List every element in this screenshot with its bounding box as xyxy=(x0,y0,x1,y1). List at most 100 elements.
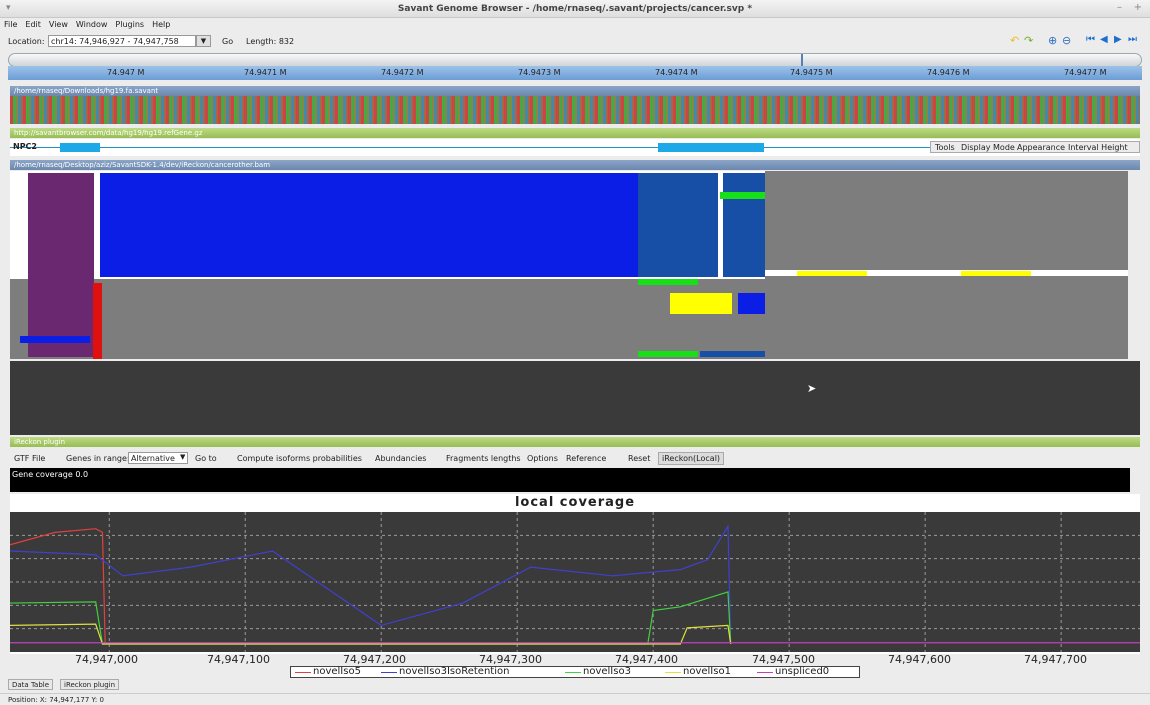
gene-exon xyxy=(60,143,100,152)
tab-ireckon-plugin[interactable]: iReckon plugin xyxy=(60,679,120,690)
zoom-out-icon[interactable]: ⊖ xyxy=(1062,34,1071,47)
redo-icon[interactable]: ↷ xyxy=(1024,34,1033,47)
menu-help[interactable]: Help xyxy=(148,18,174,31)
go-to-menu[interactable]: Go to xyxy=(195,454,217,463)
go-end-icon[interactable]: ⏭ xyxy=(1128,34,1137,45)
zoom-in-icon[interactable]: ⊕ xyxy=(1048,34,1057,47)
read-block xyxy=(20,336,90,343)
ruler-tick: 74.9471 M xyxy=(244,68,287,77)
window-titlebar: ▾ Savant Genome Browser - /home/rnaseq/.… xyxy=(0,0,1150,18)
ruler-tick: 74.947 M xyxy=(107,68,145,77)
read-block xyxy=(723,173,765,277)
tab-data-table[interactable]: Data Table xyxy=(8,679,54,690)
read-block xyxy=(250,173,335,277)
ruler-tick: 74.9474 M xyxy=(655,68,698,77)
range-slider-thumb[interactable] xyxy=(801,54,803,66)
mouse-cursor-icon: ➤ xyxy=(807,382,817,395)
read-mismatch xyxy=(638,279,698,285)
ruler-tick: 74.9473 M xyxy=(518,68,561,77)
appearance-menu[interactable]: Appearance xyxy=(1017,143,1065,152)
pan-right-icon[interactable]: ▶ xyxy=(1114,34,1122,45)
read-mismatch xyxy=(720,192,765,199)
read-block xyxy=(100,173,180,277)
read-mismatch xyxy=(638,351,698,357)
gene-coverage-output: Gene coverage 0.0 xyxy=(10,468,1130,492)
legend-label: novelIso5 xyxy=(313,666,361,677)
menu-view[interactable]: View xyxy=(45,18,72,31)
x-tick-label: 74,947,300 xyxy=(479,653,542,666)
menu-bar: File Edit View Window Plugins Help xyxy=(0,18,1150,33)
read-yellow xyxy=(797,271,867,276)
sequence-track xyxy=(10,96,1140,124)
read-mismatch xyxy=(93,283,102,359)
gtf-file-menu[interactable]: GTF File xyxy=(14,454,45,463)
alignment-scrollbar[interactable] xyxy=(1128,171,1140,359)
legend-swatch xyxy=(757,672,773,673)
go-button[interactable]: Go xyxy=(222,37,233,46)
x-tick-label: 74,947,400 xyxy=(615,653,678,666)
tools-menu[interactable]: Tools xyxy=(935,143,955,152)
interval-height-menu[interactable]: Interval Height xyxy=(1068,143,1128,152)
status-bar: Position: X: 74,947,177 Y: 0 xyxy=(0,693,1150,705)
chart-legend: novelIso5 novelIso3IsoRetention novelIso… xyxy=(290,666,860,678)
range-slider[interactable] xyxy=(8,53,1142,67)
gene-exon xyxy=(658,143,764,152)
location-label: Location: xyxy=(8,37,45,46)
options-menu[interactable]: Options xyxy=(527,454,558,463)
refgene-track-title: http://savantbrowser.com/data/hg19/hg19.… xyxy=(14,129,203,137)
genes-in-range-select[interactable]: Alternative xyxy=(128,452,188,464)
read-stack-left xyxy=(28,173,94,357)
status-text: Position: X: 74,947,177 Y: 0 xyxy=(8,696,104,704)
reference-menu[interactable]: Reference xyxy=(566,454,606,463)
ireckon-local-button[interactable]: iReckon(Local) xyxy=(658,452,725,465)
chart-title: local coverage xyxy=(514,495,636,510)
legend-swatch xyxy=(565,672,581,673)
gene-coverage-text: Gene coverage 0.0 xyxy=(12,470,89,479)
legend-label: unspliced0 xyxy=(775,666,830,677)
read-block xyxy=(700,351,765,357)
read-block xyxy=(638,173,718,277)
menu-plugins[interactable]: Plugins xyxy=(111,18,148,31)
bam-track-header: /home/rnaseq/Desktop/aziz/SavantSDK-1.4/… xyxy=(10,160,1140,170)
ruler-tick: 74.9477 M xyxy=(1064,68,1107,77)
go-start-icon[interactable]: ⏮ xyxy=(1086,34,1095,45)
plugin-menu: GTF File Genes in range: Alternative ▼ G… xyxy=(10,451,1140,466)
x-tick-label: 74,947,500 xyxy=(752,653,815,666)
menu-file[interactable]: File xyxy=(0,18,21,31)
compute-isoforms-menu[interactable]: Compute isoforms probabilities xyxy=(237,454,362,463)
output-scrollbar[interactable] xyxy=(1130,468,1140,492)
menu-edit[interactable]: Edit xyxy=(21,18,45,31)
x-tick-label: 74,947,200 xyxy=(343,653,406,666)
pan-left-icon[interactable]: ◀ xyxy=(1100,34,1108,45)
genes-in-range-label: Genes in range: xyxy=(66,454,130,463)
x-tick-label: 74,947,700 xyxy=(1024,653,1087,666)
read-yellow xyxy=(670,293,732,314)
position-ruler xyxy=(8,66,1142,80)
minimize-icon[interactable]: – xyxy=(1117,2,1122,13)
location-input[interactable]: chr14: 74,946,927 - 74,947,758 xyxy=(48,35,196,47)
legend-label: novelIso1 xyxy=(683,666,731,677)
plugin-header: iReckon plugin xyxy=(10,437,1140,447)
ruler-tick: 74.9472 M xyxy=(381,68,424,77)
read-block xyxy=(330,173,410,277)
select-dropdown-icon[interactable]: ▼ xyxy=(180,452,185,463)
ruler-tick: 74.9476 M xyxy=(927,68,970,77)
empty-track-area xyxy=(10,361,1140,435)
location-dropdown-icon[interactable]: ▼ xyxy=(196,35,211,47)
maximize-icon[interactable]: + xyxy=(1134,2,1142,13)
legend-swatch xyxy=(665,672,681,673)
read-block xyxy=(175,173,255,277)
ruler-tick: 74.9475 M xyxy=(790,68,833,77)
fragments-lengths-menu[interactable]: Fragments lengths xyxy=(446,454,521,463)
reset-button[interactable]: Reset xyxy=(628,454,650,463)
plugin-title: iReckon plugin xyxy=(14,438,66,446)
display-mode-menu[interactable]: Display Mode xyxy=(961,143,1015,152)
abundancies-menu[interactable]: Abundancies xyxy=(375,454,426,463)
legend-label: novelIso3IsoRetention xyxy=(399,666,510,677)
gene-label: NPC2 xyxy=(13,142,37,151)
bam-track-title: /home/rnaseq/Desktop/aziz/SavantSDK-1.4/… xyxy=(14,161,271,169)
undo-icon[interactable]: ↶ xyxy=(1010,34,1019,47)
track-menu: Tools Display Mode Appearance Interval H… xyxy=(930,141,1140,153)
menu-window[interactable]: Window xyxy=(72,18,112,31)
x-tick-label: 74,947,000 xyxy=(75,653,138,666)
